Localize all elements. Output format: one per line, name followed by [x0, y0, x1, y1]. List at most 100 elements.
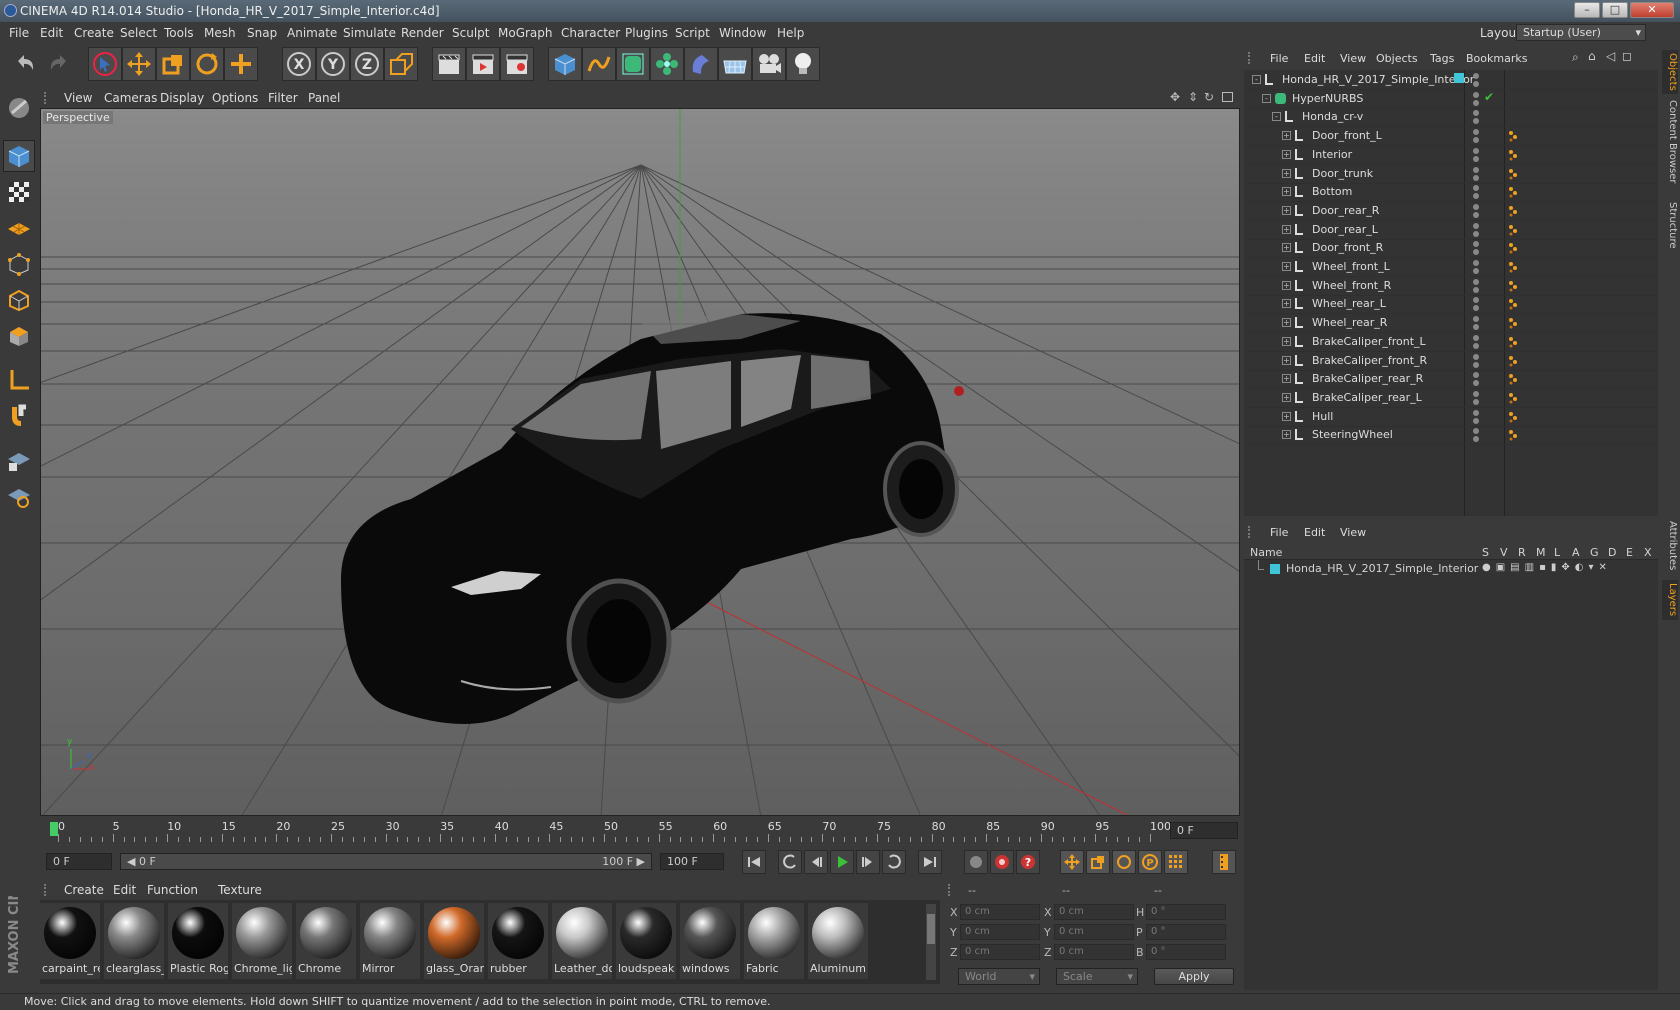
- object-name[interactable]: BrakeCaliper_rear_R: [1312, 372, 1423, 385]
- material-tag-icon[interactable]: [1508, 261, 1518, 273]
- tab-layers[interactable]: Layers: [1662, 580, 1678, 620]
- collapse-icon[interactable]: -: [1262, 93, 1271, 103]
- material-swatch[interactable]: Aluminum: [808, 903, 868, 979]
- render-visibility-dot[interactable]: [1473, 305, 1479, 312]
- model-mode-button[interactable]: [3, 140, 35, 172]
- viewport-menu-options[interactable]: Options: [212, 91, 258, 105]
- layer-col-flag[interactable]: L: [1554, 546, 1560, 559]
- previous-key-button[interactable]: [778, 850, 802, 874]
- add-light-button[interactable]: [786, 47, 820, 81]
- expand-icon[interactable]: +: [1282, 187, 1291, 197]
- object-row[interactable]: + Door_front_R: [1244, 238, 1658, 259]
- objects-menu-view[interactable]: View: [1340, 52, 1366, 65]
- key-pla-button[interactable]: [1164, 850, 1188, 874]
- viewport-rotate-icon[interactable]: ↻: [1204, 90, 1214, 104]
- current-frame-field[interactable]: 0 F: [1170, 822, 1238, 839]
- object-row[interactable]: + Door_rear_R: [1244, 201, 1658, 221]
- new-view-icon[interactable]: ◻: [1622, 49, 1632, 63]
- move-tool-button[interactable]: [122, 47, 156, 81]
- snap-button[interactable]: [3, 400, 35, 432]
- minimize-button[interactable]: –: [1574, 2, 1600, 18]
- close-button[interactable]: ✕: [1630, 2, 1674, 18]
- object-row[interactable]: + Door_front_L: [1244, 126, 1658, 147]
- coord-value-field[interactable]: 0 cm: [1054, 904, 1134, 920]
- object-name[interactable]: Door_rear_R: [1312, 204, 1379, 217]
- layer-color-swatch[interactable]: [1454, 73, 1464, 83]
- render-visibility-dot[interactable]: [1473, 249, 1479, 256]
- axis-mode-button[interactable]: [3, 364, 35, 396]
- object-name[interactable]: Bottom: [1312, 185, 1352, 198]
- layer-col-flag[interactable]: A: [1572, 546, 1580, 559]
- scale-tool-button[interactable]: [156, 47, 190, 81]
- material-swatch[interactable]: Chrome: [296, 903, 356, 979]
- render-visibility-dot[interactable]: [1473, 155, 1479, 162]
- menu-snap[interactable]: Snap: [247, 26, 277, 40]
- points-mode-button[interactable]: [3, 248, 35, 280]
- object-name[interactable]: BrakeCaliper_front_R: [1312, 354, 1427, 367]
- object-row[interactable]: + Wheel_rear_R: [1244, 313, 1658, 334]
- layer-name[interactable]: Honda_HR_V_2017_Simple_Interior: [1286, 562, 1478, 575]
- menu-mesh[interactable]: Mesh: [204, 26, 236, 40]
- grip-handle[interactable]: [1248, 526, 1256, 538]
- menu-sculpt[interactable]: Sculpt: [452, 26, 489, 40]
- material-tag-icon[interactable]: [1508, 205, 1518, 217]
- collapse-icon[interactable]: -: [1252, 75, 1261, 84]
- start-frame-field[interactable]: 0 F: [46, 853, 112, 870]
- object-name[interactable]: BrakeCaliper_front_L: [1312, 335, 1426, 348]
- expand-icon[interactable]: +: [1282, 168, 1291, 178]
- viewport-menu-panel[interactable]: Panel: [308, 91, 340, 105]
- menu-edit[interactable]: Edit: [40, 26, 63, 40]
- object-row[interactable]: - HyperNURBS ✔: [1244, 89, 1658, 109]
- object-row[interactable]: + Hull: [1244, 407, 1658, 427]
- object-name[interactable]: SteeringWheel: [1312, 428, 1393, 441]
- object-row[interactable]: + Door_trunk: [1244, 164, 1658, 184]
- object-name[interactable]: Wheel_front_L: [1312, 260, 1390, 273]
- expand-icon[interactable]: +: [1282, 131, 1291, 141]
- render-visibility-dot[interactable]: [1473, 324, 1479, 331]
- render-visibility-dot[interactable]: [1473, 193, 1479, 200]
- material-scrollbar-thumb[interactable]: [927, 914, 935, 944]
- material-tag-icon[interactable]: [1508, 298, 1518, 310]
- object-name[interactable]: Door_front_R: [1312, 241, 1383, 254]
- material-swatch[interactable]: carpaint_re: [40, 903, 100, 979]
- go-to-end-button[interactable]: [918, 850, 942, 874]
- key-rotation-button[interactable]: [1112, 850, 1136, 874]
- timeline-track[interactable]: [50, 822, 1150, 840]
- layer-col-flag[interactable]: M: [1536, 546, 1546, 559]
- tab-structure[interactable]: Structure: [1662, 196, 1678, 254]
- render-visibility-dot[interactable]: [1473, 398, 1479, 405]
- material-tag-icon[interactable]: [1508, 280, 1518, 292]
- rotate-tool-button[interactable]: [190, 47, 224, 81]
- menu-help[interactable]: Help: [777, 26, 804, 40]
- material-swatch[interactable]: glass_Oran: [424, 903, 484, 979]
- coord-value-field[interactable]: 0 °: [1146, 944, 1226, 960]
- frame-range-slider[interactable]: ◀ 0 F 100 F ▶: [120, 853, 652, 870]
- material-swatch[interactable]: rubber: [488, 903, 548, 979]
- layer-col-flag[interactable]: S: [1482, 546, 1489, 559]
- viewport-menu-display[interactable]: Display: [160, 91, 204, 105]
- object-row[interactable]: + Wheel_front_R: [1244, 276, 1658, 296]
- layer-col-flag[interactable]: X: [1644, 546, 1652, 559]
- object-name[interactable]: Hull: [1312, 410, 1333, 423]
- editor-visibility-dot[interactable]: [1473, 147, 1479, 154]
- editor-visibility-dot[interactable]: [1473, 297, 1479, 304]
- object-name[interactable]: Wheel_front_R: [1312, 279, 1391, 292]
- expand-icon[interactable]: +: [1282, 280, 1291, 290]
- render-visibility-dot[interactable]: [1473, 361, 1479, 368]
- object-name[interactable]: Door_rear_L: [1312, 223, 1378, 236]
- texture-mode-button[interactable]: [3, 176, 35, 208]
- menu-create[interactable]: Create: [74, 26, 114, 40]
- material-tag-icon[interactable]: [1508, 336, 1518, 348]
- material-tag-icon[interactable]: [1508, 242, 1518, 254]
- layer-col-flag[interactable]: D: [1608, 546, 1616, 559]
- filter-icon[interactable]: ◁: [1606, 49, 1615, 63]
- object-row[interactable]: + BrakeCaliper_front_L: [1244, 332, 1658, 352]
- coord-value-field[interactable]: 0 cm: [960, 904, 1040, 920]
- grip-handle[interactable]: [948, 884, 956, 896]
- maximize-button[interactable]: □: [1602, 2, 1628, 18]
- expand-icon[interactable]: +: [1282, 392, 1291, 402]
- menu-script[interactable]: Script: [675, 26, 710, 40]
- menu-window[interactable]: Window: [719, 26, 766, 40]
- object-row[interactable]: + BrakeCaliper_rear_L: [1244, 388, 1658, 408]
- render-visibility-dot[interactable]: [1473, 342, 1479, 349]
